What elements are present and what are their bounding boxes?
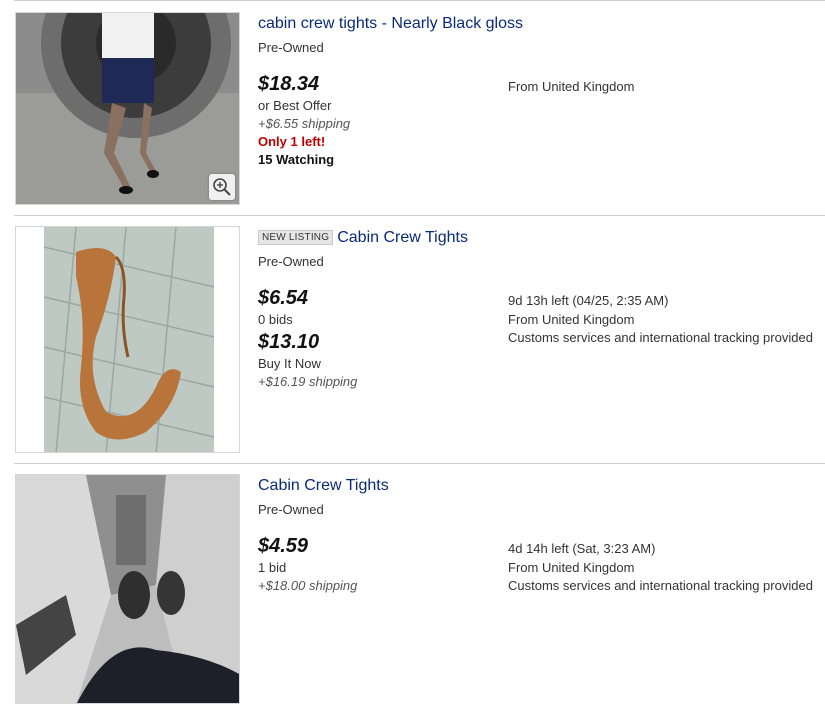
listing-title-link[interactable]: cabin crew tights - Nearly Black gloss (258, 15, 523, 33)
listing-image[interactable] (15, 474, 240, 704)
item-location: From United Kingdom (508, 79, 635, 94)
zoom-button[interactable] (209, 174, 235, 200)
shipping-cost: +$16.19 shipping (258, 374, 358, 389)
new-listing-badge: NEW LISTING (258, 230, 334, 245)
price: $18.34 (258, 73, 320, 95)
time-left: 4d 14h left (Sat, 3:23 AM) (508, 541, 656, 556)
listing-item: cabin crew tights - Nearly Black gloss P… (0, 0, 825, 215)
bid-count: 1 bid (258, 560, 287, 575)
customs-note: Customs services and international track… (508, 330, 813, 345)
listing-title-text: Cabin Crew Tights (337, 229, 468, 246)
condition-text: Pre-Owned (258, 502, 324, 517)
item-location: From United Kingdom (508, 560, 635, 575)
watching-count: 15 Watching (258, 152, 335, 167)
bid-count: 0 bids (258, 312, 293, 327)
best-offer-text: or Best Offer (258, 98, 332, 113)
customs-note: Customs services and international track… (508, 578, 813, 593)
listing-image[interactable] (15, 12, 240, 205)
current-bid-price: $6.54 (258, 287, 309, 309)
zoom-in-icon (213, 178, 231, 196)
buy-it-now-price: $13.10 (258, 331, 320, 353)
condition-text: Pre-Owned (258, 254, 324, 269)
listing-photo (16, 227, 239, 452)
shipping-cost: +$18.00 shipping (258, 578, 358, 593)
listing-image[interactable] (15, 226, 240, 453)
stock-warning: Only 1 left! (258, 134, 326, 149)
shipping-cost: +$6.55 shipping (258, 116, 351, 131)
listing-title-link[interactable]: Cabin Crew Tights (258, 477, 389, 495)
listing-title-link[interactable]: NEW LISTING Cabin Crew Tights (258, 229, 468, 247)
condition-text: Pre-Owned (258, 40, 324, 55)
listing-photo (16, 13, 239, 204)
listing-item: Cabin Crew Tights Pre-Owned $4.59 1 bid … (0, 464, 825, 704)
listing-item: NEW LISTING Cabin Crew Tights Pre-Owned $… (0, 216, 825, 464)
current-bid-price: $4.59 (258, 535, 309, 557)
buy-it-now-label: Buy It Now (258, 356, 321, 371)
listing-photo (16, 475, 239, 703)
item-location: From United Kingdom (508, 312, 635, 327)
time-left: 9d 13h left (04/25, 2:35 AM) (508, 293, 669, 308)
